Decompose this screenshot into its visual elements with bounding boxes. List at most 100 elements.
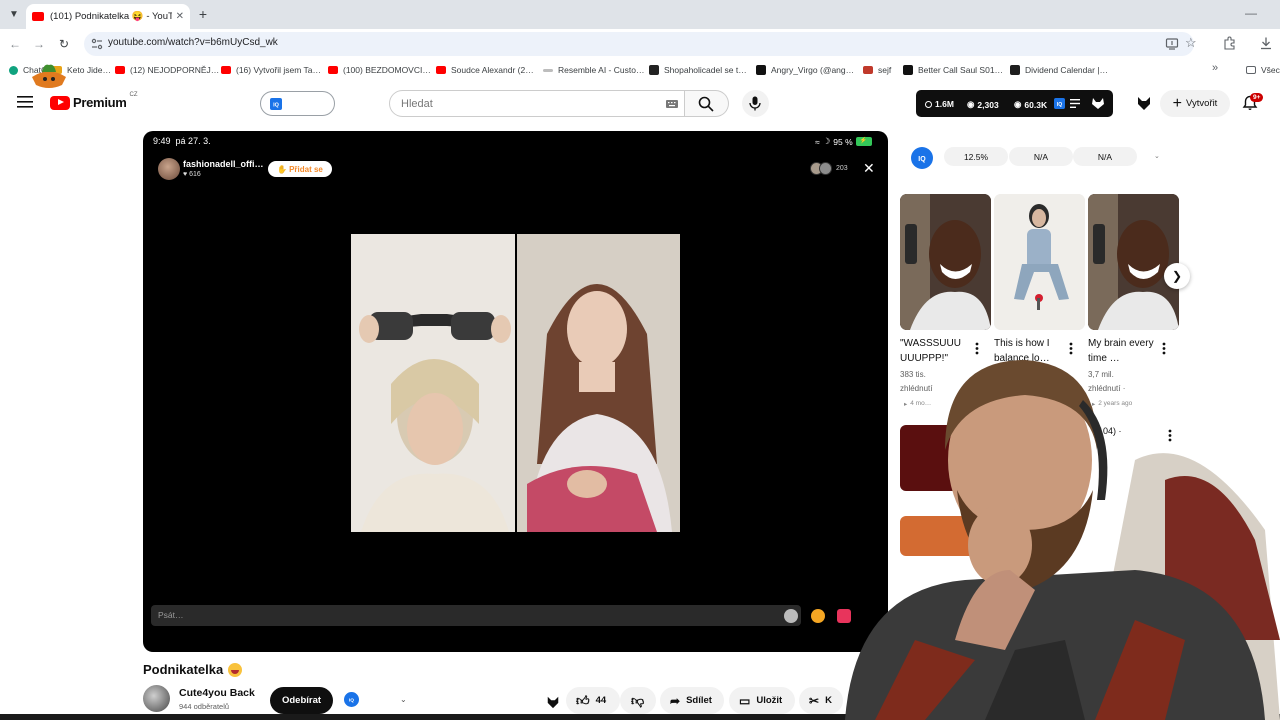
logo-text: Premium <box>73 95 127 110</box>
voice-search-button[interactable] <box>742 90 769 117</box>
shorts-next-button[interactable]: ❯ <box>1164 263 1190 289</box>
short-thumbnail[interactable] <box>900 194 991 330</box>
live-viewers[interactable]: 203 <box>810 162 848 175</box>
video-title: Podnikatelka <box>143 662 243 677</box>
live-comment-input[interactable]: Psát… <box>151 605 801 626</box>
metric-chip[interactable]: N/A <box>1073 147 1137 166</box>
fox-extension-icon[interactable] <box>546 695 560 709</box>
bookmark-item[interactable]: (16) Vytvořil jsem Ta… <box>221 63 321 77</box>
bookmark-item[interactable]: Shopaholicadel se t… <box>649 63 747 77</box>
vidiq-stats-bar[interactable]: 1.6M ◉ 2,303 ◉ 60.3K IQ <box>916 90 1113 117</box>
save-button[interactable]: ▭ Uložit <box>729 687 795 714</box>
thumbnail-image <box>994 194 1085 330</box>
window-minimize-icon[interactable]: — <box>1245 6 1259 20</box>
chevron-down-icon[interactable]: ⌄ <box>1154 152 1160 160</box>
bookmark-label: sejf <box>878 65 892 75</box>
subscribe-button[interactable]: Odebírat <box>270 687 333 714</box>
stat-value: 1.6M <box>935 99 954 109</box>
keyboard-icon[interactable] <box>666 100 678 108</box>
svg-text:IQ: IQ <box>1057 102 1062 108</box>
metric-chip[interactable]: N/A <box>1009 147 1073 166</box>
bookmark-item[interactable]: (100) BEZDOMOVCI… <box>328 63 431 77</box>
channel-name[interactable]: Cute4you Back <box>179 687 255 699</box>
address-bar[interactable]: youtube.com/watch?v=b6mUyCsd_wk ☆ <box>84 32 1197 56</box>
bookmark-item[interactable]: Dividend Calendar |… <box>1010 63 1108 77</box>
search-button[interactable] <box>685 90 729 117</box>
fox-extension-icon <box>1092 98 1104 109</box>
plus-icon: + <box>1172 94 1182 112</box>
forward-arrow-icon[interactable]: → <box>31 36 47 52</box>
bookmark-favicon-icon <box>903 65 913 75</box>
share-button[interactable]: ➦ Sdílet <box>660 687 724 714</box>
streamer-avatar[interactable] <box>158 158 180 180</box>
vidiq-icon[interactable]: IQ <box>344 692 359 707</box>
stat-visible: ◉ 2,303 <box>967 99 999 110</box>
bookmark-label: (12) NEJODPORNĚJ… <box>130 65 220 75</box>
vidiq-icon[interactable]: IQ <box>911 147 933 169</box>
moon-icon: ☽ <box>822 136 831 146</box>
viewer-avatar <box>819 162 832 175</box>
battery-percent: 95 % <box>833 136 853 147</box>
bookmark-item[interactable]: Resemble AI - Custo… <box>543 63 644 77</box>
bookmark-item[interactable]: Angry_Virgo (@ang… <box>756 63 854 77</box>
like-button[interactable]: 👍︎ 44 <box>566 687 620 714</box>
download-icon[interactable] <box>1259 36 1273 50</box>
girl-in-pajamas-image <box>517 234 680 532</box>
notifications-badge: 9+ <box>1250 93 1264 102</box>
svg-text:IQ: IQ <box>918 156 926 163</box>
eye-icon: ◉ <box>1014 99 1022 109</box>
battery-icon: ⚡ <box>855 137 872 146</box>
webcam-overlay <box>835 340 1280 720</box>
browser-tab-active[interactable]: (101) Podnikatelka 😝 - YouTube ✕ <box>26 4 190 29</box>
clip-label: K <box>825 695 832 706</box>
bookmark-star-icon[interactable]: ☆ <box>1185 35 1197 51</box>
phone-status-time: 9:49 pá 27. 3. <box>153 136 211 146</box>
extensions-puzzle-icon[interactable] <box>1222 36 1236 50</box>
live-close-icon[interactable]: ✕ <box>863 160 875 177</box>
short-thumbnail[interactable] <box>1088 194 1179 330</box>
thumbs-up-icon: 👍︎ <box>576 692 590 708</box>
new-tab-plus-icon[interactable]: + <box>196 6 210 22</box>
site-info-icon[interactable] <box>90 37 104 51</box>
vidiq-pill[interactable]: IQ <box>260 91 335 116</box>
bookmark-item[interactable]: (12) NEJODPORNĚJ… <box>115 63 219 77</box>
live-split-left-feed <box>351 234 515 532</box>
create-button[interactable]: + Vytvořit <box>1160 90 1230 117</box>
bookmark-label: Všec <box>1261 65 1280 75</box>
short-thumbnail[interactable] <box>994 194 1085 330</box>
thumbnail-image <box>900 194 991 330</box>
bookmark-label: (16) Vytvořil jsem Ta… <box>236 65 322 75</box>
channel-avatar[interactable] <box>143 685 170 712</box>
all-bookmarks-folder[interactable]: Všec <box>1246 63 1280 77</box>
dislike-button[interactable]: 👎︎ <box>620 687 656 714</box>
tab-search-chevron-icon[interactable]: ▼ <box>6 6 22 22</box>
stat-value: 60.3K <box>1024 99 1048 110</box>
chevron-down-icon[interactable]: ⌄ <box>400 695 407 704</box>
bookmark-favicon-icon <box>649 65 659 75</box>
likes-count: 616 <box>189 171 201 178</box>
youtube-favicon-icon <box>436 66 446 74</box>
youtube-premium-logo[interactable]: Premium CZ <box>50 92 138 110</box>
bookmark-item[interactable]: sejf <box>863 63 891 77</box>
video-player[interactable]: 9:49 pá 27. 3. ≈ ☽ 95 % ⚡ fashionadell_o… <box>143 131 888 652</box>
reload-icon[interactable]: ↻ <box>56 36 72 52</box>
back-arrow-icon[interactable]: ← <box>7 36 23 52</box>
sticker-icon[interactable] <box>811 609 825 623</box>
bookmark-item[interactable]: Soudce Alexandr (2… <box>436 63 534 77</box>
search-input[interactable]: Hledat <box>389 90 685 117</box>
tab-close-icon[interactable]: ✕ <box>176 11 184 22</box>
save-label: Uložit <box>756 695 783 706</box>
wifi-icon: ≈ <box>815 136 820 147</box>
metric-chip[interactable]: 12.5% <box>944 147 1008 166</box>
live-join-button[interactable]: ✋ Přidat se <box>268 161 332 177</box>
streamer-username[interactable]: fashionadell_offi… <box>183 159 264 169</box>
channel-subscribers: 944 odběratelů <box>179 702 230 711</box>
fox-extension-icon[interactable] <box>1136 95 1152 111</box>
emoji-icon[interactable] <box>784 609 798 623</box>
menu-hamburger-icon[interactable] <box>17 95 33 109</box>
install-app-icon[interactable] <box>1165 37 1179 51</box>
youtube-header: Premium CZ IQ Hledat 1.6M ◉ 2,303 ◉ 60.3K … <box>0 81 1280 125</box>
browser-toolbar: ← → ↻ youtube.com/watch?v=b6mUyCsd_wk ☆ <box>0 29 1280 59</box>
bookmark-item[interactable]: Better Call Saul S01… <box>903 63 1003 77</box>
bookmarks-overflow-chevron-icon[interactable]: » <box>1212 62 1218 74</box>
